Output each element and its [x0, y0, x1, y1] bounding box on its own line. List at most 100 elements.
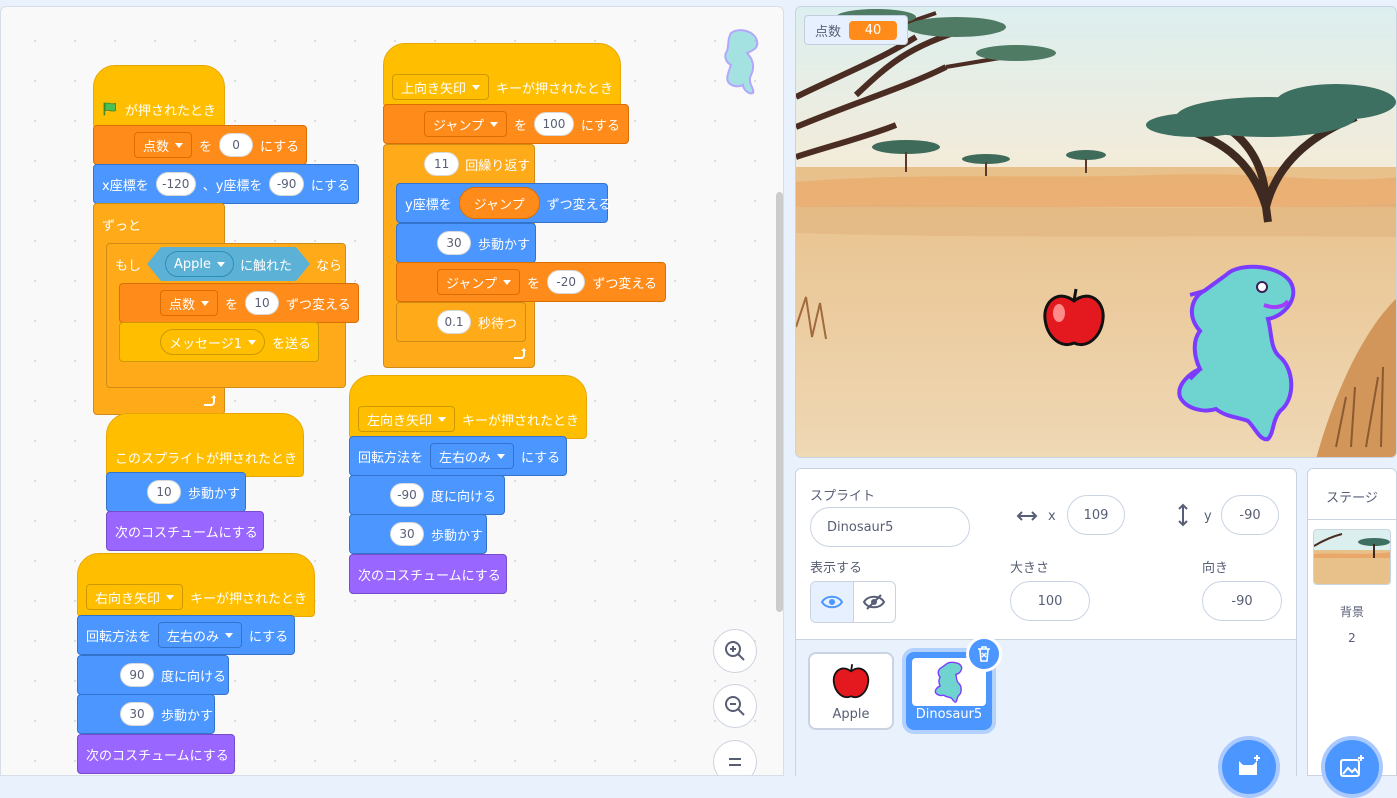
delete-sprite-button[interactable]: [966, 636, 1002, 672]
current-sprite-icon: [724, 29, 759, 95]
broadcast-block[interactable]: メッセージ1 を送る: [119, 322, 319, 362]
steps-input[interactable]: 10: [147, 480, 181, 504]
repeat-count-input[interactable]: 11: [424, 152, 460, 176]
when-left-key-block[interactable]: 左向き矢印 キーが押されたとき: [349, 375, 587, 439]
hat-label: キーが押されたとき: [496, 81, 614, 97]
set-variable-block[interactable]: ジャンプ を 100 にする: [383, 104, 629, 144]
block-text: ずつ変える: [592, 276, 657, 292]
score-variable-monitor[interactable]: 点数 40: [804, 15, 909, 45]
rotation-dropdown[interactable]: 左右のみ: [430, 443, 515, 469]
message-dropdown[interactable]: メッセージ1: [160, 329, 266, 355]
key-dropdown[interactable]: 左向き矢印: [358, 406, 456, 432]
block-text: 度に向ける: [431, 489, 497, 505]
block-text: 回転方法を: [358, 450, 424, 466]
direction-input[interactable]: -90: [390, 483, 424, 507]
key-dropdown[interactable]: 上向き矢印: [392, 74, 490, 100]
change-variable-block[interactable]: 点数 を 10 ずつ変える: [119, 283, 359, 323]
when-right-key-block[interactable]: 右向き矢印 キーが押されたとき: [77, 553, 315, 617]
code-area[interactable]: が押されたとき 点数 を 0 にする x座標を -120 、y座標を -90 に…: [0, 6, 784, 776]
value-input[interactable]: 0: [219, 133, 254, 157]
direction-field[interactable]: -90: [1202, 581, 1282, 621]
choose-backdrop-button[interactable]: [1321, 736, 1383, 798]
hide-button[interactable]: [854, 582, 896, 622]
wait-block[interactable]: 0.1 秒待つ: [396, 302, 526, 342]
y-field[interactable]: -90: [1221, 495, 1279, 535]
touch-object-dropdown[interactable]: Apple: [165, 251, 234, 277]
move-steps-block[interactable]: 30 歩動かす: [349, 514, 487, 554]
choose-sprite-button[interactable]: [1218, 736, 1280, 798]
backdrop-label: 背景: [1339, 605, 1364, 619]
hat-label: キーが押されたとき: [190, 591, 308, 607]
zoom-out-button[interactable]: [713, 684, 757, 728]
block-text: y座標を: [405, 197, 452, 213]
block-text: にする: [310, 178, 350, 194]
move-steps-block[interactable]: 30 歩動かす: [77, 694, 215, 734]
block-text: 度に向ける: [161, 669, 227, 685]
variable-dropdown[interactable]: ジャンプ: [437, 269, 520, 295]
show-label: 表示する: [810, 561, 863, 576]
block-text: もし: [115, 258, 142, 274]
vertical-scrollbar[interactable]: [776, 192, 783, 612]
steps-input[interactable]: 30: [390, 522, 424, 546]
next-costume-block[interactable]: 次のコスチュームにする: [106, 511, 264, 551]
show-button[interactable]: [811, 582, 854, 622]
value-input[interactable]: -20: [546, 270, 586, 294]
next-costume-block[interactable]: 次のコスチュームにする: [349, 554, 507, 594]
y-label: y: [1204, 509, 1212, 524]
block-text: を: [513, 118, 527, 134]
rotation-style-block[interactable]: 回転方法を 左右のみ にする: [77, 615, 295, 655]
steps-input[interactable]: 30: [437, 231, 471, 255]
direction-input[interactable]: 90: [120, 663, 154, 687]
variable-dropdown[interactable]: 点数: [160, 290, 219, 316]
value-input[interactable]: 100: [533, 112, 574, 136]
block-text: 歩動かす: [431, 528, 484, 544]
show-toggle: [810, 581, 896, 623]
stage-pane-title: ステージ: [1326, 491, 1378, 506]
change-y-block[interactable]: y座標を ジャンプ ずつ変える: [396, 183, 611, 223]
image-plus-icon: [1340, 755, 1364, 777]
goto-xy-block[interactable]: x座標を -120 、y座標を -90 にする: [93, 164, 359, 204]
when-up-key-block[interactable]: 上向き矢印 キーが押されたとき: [383, 43, 621, 107]
next-costume-block[interactable]: 次のコスチュームにする: [77, 734, 235, 774]
sprite-name-field[interactable]: Dinosaur5: [810, 507, 970, 547]
zoom-in-button[interactable]: [713, 629, 757, 673]
variable-dropdown[interactable]: ジャンプ: [424, 111, 507, 137]
key-dropdown[interactable]: 右向き矢印: [86, 584, 184, 610]
x-input[interactable]: -120: [155, 172, 196, 196]
stage-canvas[interactable]: 点数 40: [795, 6, 1397, 458]
sprite-tile-apple[interactable]: Apple: [808, 652, 894, 730]
steps-input[interactable]: 30: [120, 702, 154, 726]
when-flag-clicked-block[interactable]: が押されたとき: [93, 65, 225, 129]
variable-reporter[interactable]: ジャンプ: [458, 187, 540, 219]
block-text: なら: [316, 258, 343, 274]
dinosaur-sprite[interactable]: [1176, 261, 1301, 443]
when-sprite-clicked-block[interactable]: このスプライトが押されたとき: [106, 413, 304, 477]
block-text: ずつ変える: [546, 197, 612, 213]
set-variable-block[interactable]: 点数 を 0 にする: [93, 125, 307, 165]
move-steps-block[interactable]: 30 歩動かす: [396, 223, 536, 263]
zoom-reset-button[interactable]: [713, 740, 757, 775]
block-text: にする: [580, 118, 620, 134]
equals-icon: [729, 758, 741, 766]
value-input[interactable]: 10: [245, 291, 280, 315]
move-steps-block[interactable]: 10 歩動かす: [106, 472, 246, 512]
x-field[interactable]: 109: [1067, 495, 1125, 535]
point-direction-block[interactable]: -90 度に向ける: [349, 475, 505, 515]
zoom-out-icon: [725, 696, 745, 716]
y-input[interactable]: -90: [269, 172, 304, 196]
block-text: を送る: [272, 336, 312, 352]
touching-sensor-block[interactable]: Apple に触れた: [147, 247, 310, 281]
seconds-input[interactable]: 0.1: [437, 310, 471, 334]
direction-label: 向き: [1202, 561, 1229, 576]
variable-dropdown[interactable]: 点数: [134, 132, 193, 158]
stage-pane-divider: [1308, 519, 1396, 520]
apple-sprite[interactable]: [1041, 287, 1107, 351]
point-direction-block[interactable]: 90 度に向ける: [77, 655, 229, 695]
block-text: 歩動かす: [478, 237, 531, 253]
rotation-style-block[interactable]: 回転方法を 左右のみ にする: [349, 436, 567, 476]
loop-arrow-icon: [204, 395, 216, 406]
change-variable-block[interactable]: ジャンプ を -20 ずつ変える: [396, 262, 666, 302]
size-field[interactable]: 100: [1010, 581, 1090, 621]
stage-target-pane[interactable]: ステージ 背景 2: [1307, 468, 1397, 776]
rotation-dropdown[interactable]: 左右のみ: [158, 622, 243, 648]
